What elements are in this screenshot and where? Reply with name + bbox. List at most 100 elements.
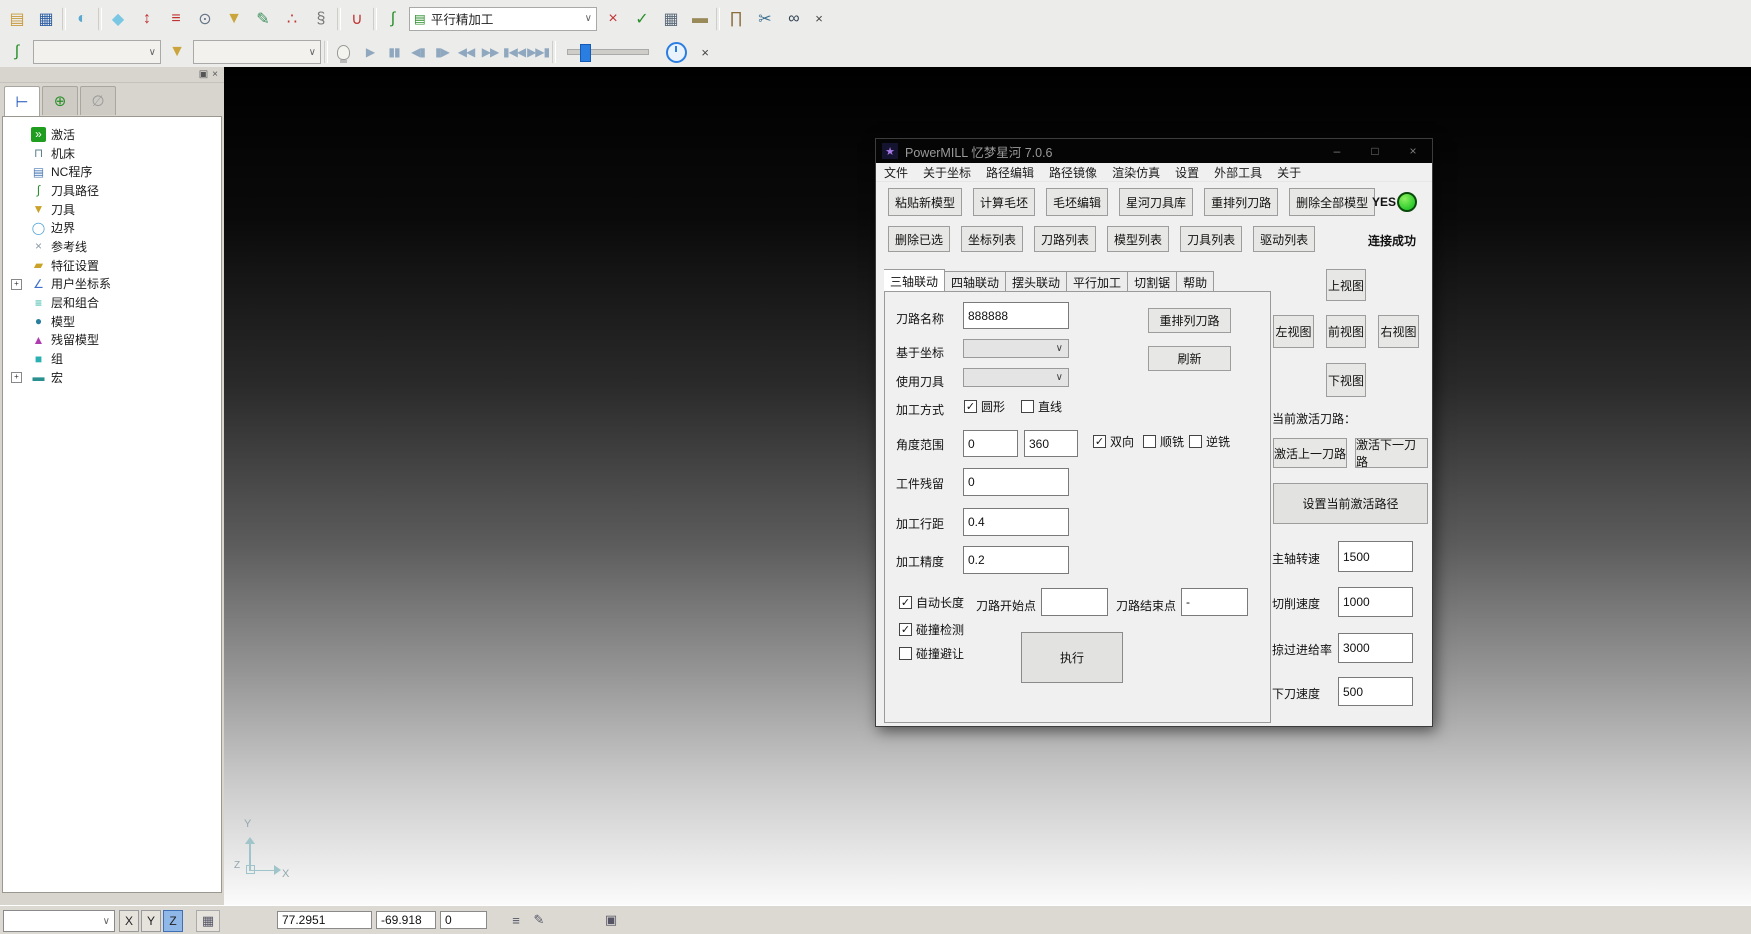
tree-item-tool[interactable]: + ▼ 刀具 [9,200,221,219]
list-icon[interactable]: ≡ [505,910,527,930]
menu-path-edit[interactable]: 路径编辑 [986,164,1034,181]
grid-icon[interactable]: ▦ [196,910,220,932]
tree-item-pattern[interactable]: + × 参考线 [9,237,221,256]
start-end-point-icon[interactable]: ≡ [163,6,189,32]
tools-icon[interactable]: ∏ [723,6,749,32]
tree-item-macro[interactable]: + ▬ 宏 [9,368,221,387]
step-forward-icon[interactable]: ▮▶ [431,41,453,63]
explorer-tree-tab[interactable]: ⊢ [4,86,40,117]
tree-item-machine[interactable]: + ⊓ 机床 [9,144,221,163]
toolbar-separator[interactable] [373,7,377,31]
menu-file[interactable]: 文件 [884,164,908,181]
tree-item-boundary[interactable]: + ◯ 边界 [9,218,221,237]
toolbar-separator[interactable] [62,7,66,31]
xinghe-tool-library-button[interactable]: 星河刀具库 [1119,188,1193,216]
holder-icon[interactable]: ▼ [221,6,247,32]
chevron-down-icon[interactable]: ∨ [1056,343,1068,354]
line-checkbox[interactable]: 直线 [1021,398,1062,415]
trash-tab[interactable]: ∅ [80,86,116,115]
right-view-button[interactable]: 右视图 [1378,315,1419,348]
collision-check-checkbox[interactable]: 碰撞检测 [899,621,964,638]
tolerance-input[interactable]: 0.2 [963,546,1069,574]
expand-icon[interactable]: + [11,279,22,290]
panel-close-icon[interactable]: × [212,69,218,80]
toolpath-combo[interactable]: ∨ [33,40,161,64]
bidirectional-checkbox[interactable]: 双向 [1093,433,1134,450]
menu-external-tools[interactable]: 外部工具 [1214,164,1262,181]
pen-cursor-icon[interactable]: ✎ [528,910,550,930]
use-tool-combo[interactable]: ∨ [963,368,1069,387]
compute-stock-button[interactable]: 计算毛坯 [973,188,1035,216]
auto-length-checkbox[interactable]: 自动长度 [899,594,964,611]
stock-remain-input[interactable]: 0 [963,468,1069,496]
toolbar-separator[interactable] [716,7,720,31]
front-view-button[interactable]: 前视图 [1326,315,1366,348]
toolpath-name-input[interactable]: 888888 [963,302,1069,329]
tree-item-stock-model[interactable]: + ▲ 残留模型 [9,331,221,350]
step-back-icon[interactable]: ◀▮ [407,41,429,63]
angle-from-input[interactable]: 0 [963,430,1018,457]
expand-icon[interactable]: + [11,372,22,383]
spindle-speed-input[interactable]: 1500 [1338,541,1413,572]
clock-icon[interactable] [666,42,687,63]
maximize-button[interactable]: □ [1356,139,1394,163]
collision-avoid-checkbox[interactable]: 碰撞避让 [899,645,964,662]
tree-item-levels[interactable]: + ≡ 层和组合 [9,293,221,312]
base-coord-combo[interactable]: ∨ [963,339,1069,358]
menu-settings[interactable]: 设置 [1175,164,1199,181]
toolbar-close-icon[interactable]: × [696,43,714,61]
tool-combo[interactable]: ∨ [193,40,321,64]
toolpath-strategy-icon[interactable]: ∫ [380,6,406,32]
tree-item-workplane[interactable]: + ∠ 用户坐标系 [9,275,221,294]
skim-feed-input[interactable]: 3000 [1338,633,1413,663]
minimize-button[interactable]: – [1318,139,1356,163]
tool-icon[interactable]: ▼ [164,39,190,65]
coordinate-y-field[interactable]: -69.918 [376,911,436,929]
execute-button[interactable]: 执行 [1021,632,1123,683]
stepover-input[interactable]: 0.4 [963,508,1069,536]
slider-handle[interactable] [580,44,591,62]
tool-block-icon[interactable]: § [308,6,334,32]
tree-item-nc-program[interactable]: + ▤ NC程序 [9,162,221,181]
undercut-icon[interactable]: ∪ [344,6,370,32]
coord-list-button[interactable]: 坐标列表 [961,226,1023,252]
lightbulb-icon[interactable] [337,45,350,60]
status-combo[interactable]: ∨ [3,910,115,932]
leads-links-icon[interactable]: ✎ [250,6,276,32]
binoculars-icon[interactable]: ∞ [781,6,807,32]
climb-mill-checkbox[interactable]: 顺铣 [1143,433,1184,450]
tree-item-group[interactable]: + ■ 组 [9,349,221,368]
cutter-icon[interactable]: ✂ [752,6,778,32]
plunge-feed-input[interactable]: 500 [1338,677,1413,706]
chevron-down-icon[interactable]: ∨ [149,47,156,58]
refresh-button[interactable]: 刷新 [1148,346,1231,371]
simulation-speed-slider[interactable] [567,49,649,55]
open-folder-icon[interactable]: ▤ [4,6,30,32]
points-icon[interactable]: ∴ [279,6,305,32]
toolpath-icon[interactable]: ∫ [4,39,30,65]
chevron-down-icon[interactable]: ∨ [585,13,592,24]
close-button[interactable]: × [1394,139,1432,163]
tool-list-button[interactable]: 刀具列表 [1180,226,1242,252]
pot-icon[interactable]: ◐ [69,6,95,32]
toolbar-separator[interactable] [98,7,102,31]
coordinate-z-field[interactable]: 0 [440,911,487,929]
menu-render-sim[interactable]: 渲染仿真 [1112,164,1160,181]
rearrange-toolpath-button[interactable]: 重排列刀路 [1204,188,1278,216]
coordinate-x-field[interactable]: 77.2951 [277,911,372,929]
menu-about[interactable]: 关于 [1277,164,1301,181]
tree-item-activate[interactable]: + » 激活 [9,125,221,144]
tool-ball-icon[interactable]: ⊙ [192,6,218,32]
play-icon[interactable]: ▶ [359,41,381,63]
dialog-title-bar[interactable]: ★ PowerMILL 忆梦星河 7.0.6 – □ × [876,139,1432,163]
activate-prev-toolpath-button[interactable]: 激活上一刀路 [1273,438,1347,468]
fast-forward-icon[interactable]: ▶▶ [479,41,501,63]
go-start-icon[interactable]: ▮◀◀ [503,41,525,63]
set-active-path-button[interactable]: 设置当前激活路径 [1273,483,1428,524]
tree-item-toolpath[interactable]: + ∫ 刀具路径 [9,181,221,200]
bottom-view-button[interactable]: 下视图 [1326,363,1366,397]
pause-icon[interactable]: ▮▮ [383,41,405,63]
panel-restore-icon[interactable]: ▣ [199,69,208,80]
paste-new-model-button[interactable]: 粘贴新模型 [888,188,962,216]
save-icon[interactable]: ▦ [33,6,59,32]
